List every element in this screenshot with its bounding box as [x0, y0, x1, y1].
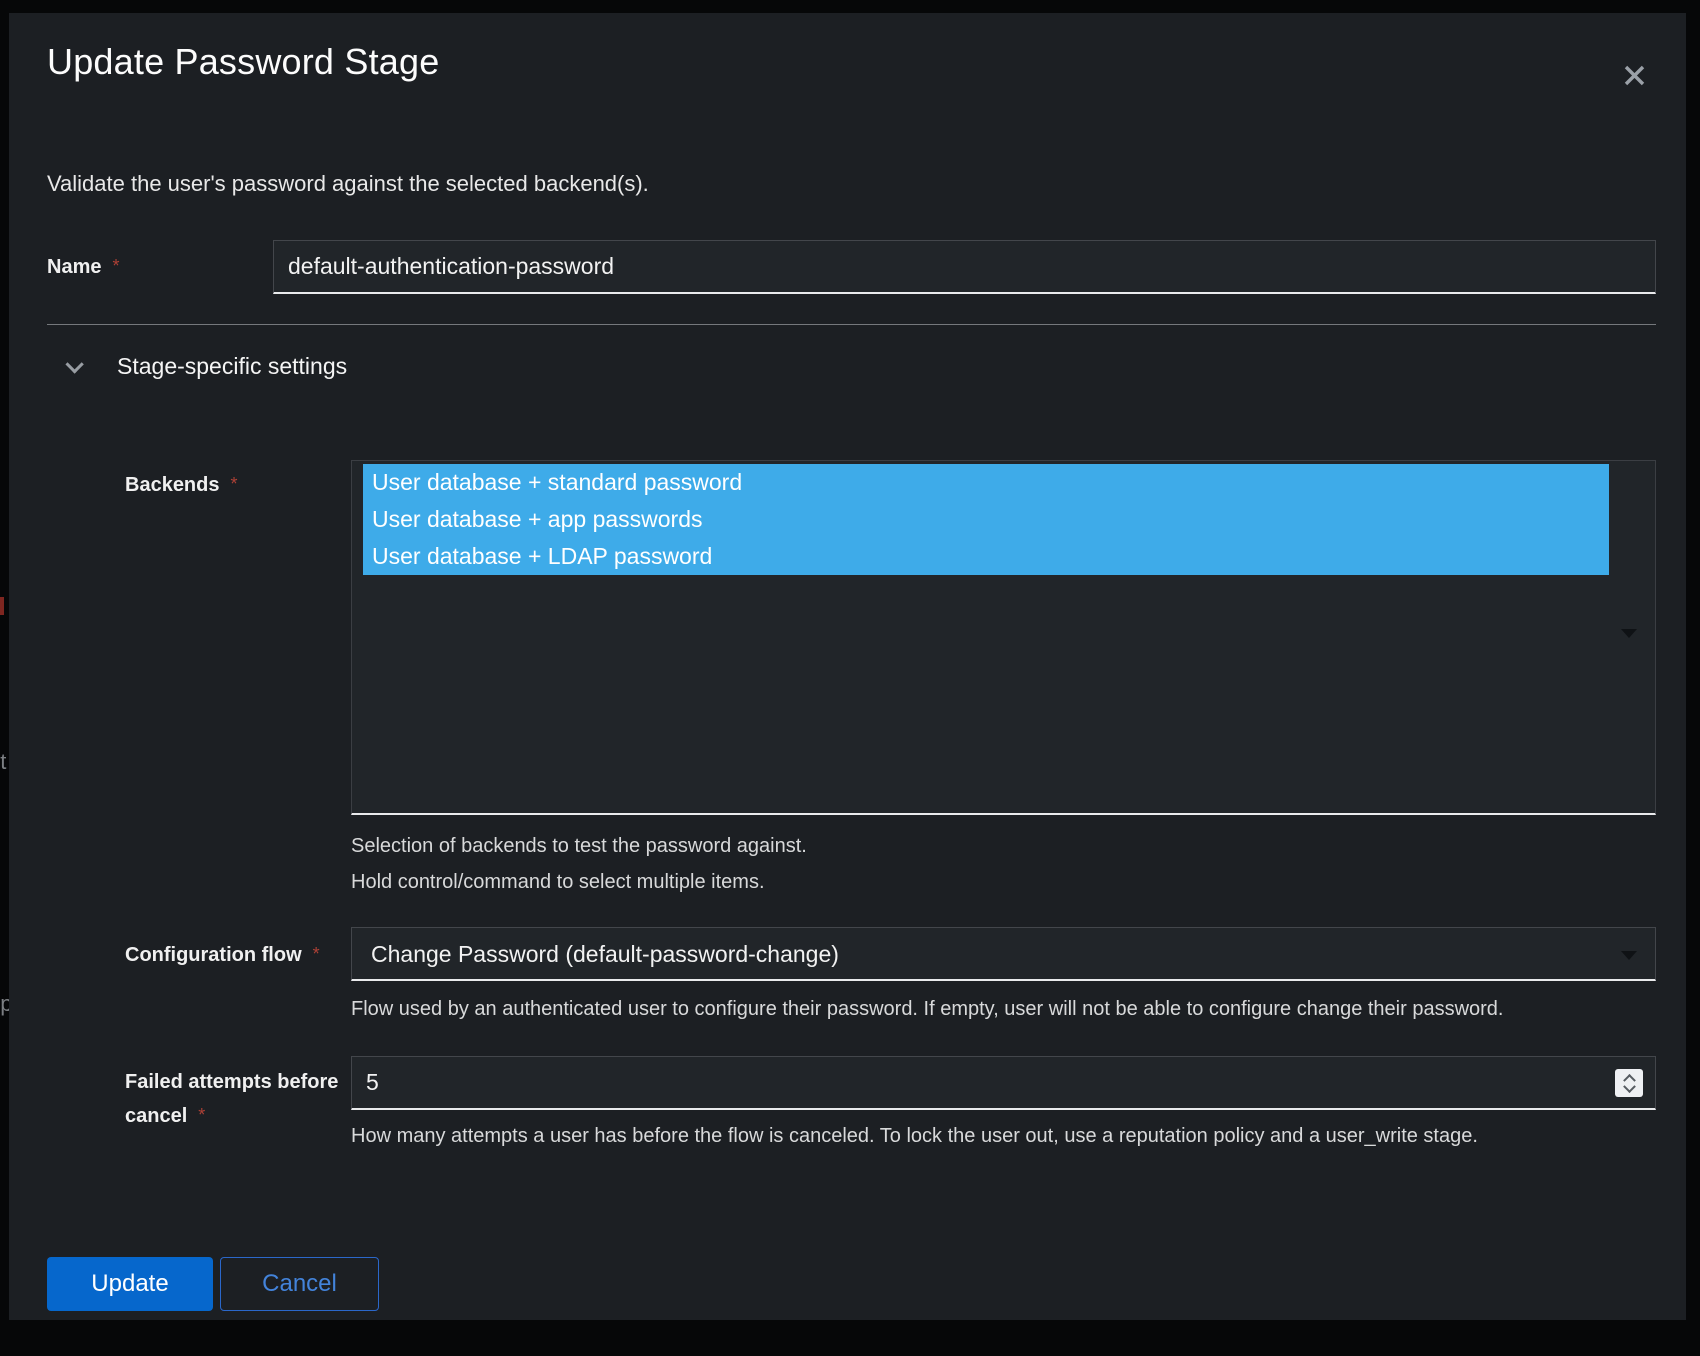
- bg-red-fragment: [0, 597, 4, 615]
- select-caret-icon: [1621, 629, 1637, 638]
- backends-helper-1: Selection of backends to test the passwo…: [351, 835, 807, 858]
- section-divider: [47, 324, 1656, 325]
- configuration-flow-label-text: Configuration flow: [125, 944, 302, 966]
- backends-label: Backends *: [125, 471, 238, 499]
- failed-attempts-label-line1: Failed attempts before: [125, 1065, 345, 1099]
- failed-attempts-input[interactable]: [351, 1056, 1656, 1110]
- close-button[interactable]: [1614, 55, 1654, 95]
- backend-option[interactable]: User database + standard password: [363, 464, 1609, 501]
- configuration-flow-helper: Flow used by an authenticated user to co…: [351, 998, 1504, 1021]
- name-label: Name *: [47, 253, 120, 281]
- modal-description: Validate the user's password against the…: [47, 171, 649, 197]
- failed-attempts-label-line2: cancel: [125, 1105, 187, 1127]
- select-caret-icon: [1621, 951, 1637, 960]
- update-button[interactable]: Update: [47, 1257, 213, 1311]
- number-spinner[interactable]: [1615, 1069, 1643, 1097]
- chevron-down-icon: [65, 355, 83, 373]
- close-icon: [1621, 62, 1648, 89]
- configuration-flow-value: Change Password (default-password-change…: [371, 928, 839, 980]
- required-asterisk: *: [313, 944, 320, 964]
- configuration-flow-label: Configuration flow *: [125, 941, 320, 969]
- stage-specific-settings-title: Stage-specific settings: [117, 353, 347, 380]
- backends-multiselect[interactable]: User database + standard password User d…: [351, 460, 1656, 815]
- required-asterisk: *: [112, 256, 119, 276]
- cancel-button[interactable]: Cancel: [220, 1257, 379, 1311]
- backends-helper-2: Hold control/command to select multiple …: [351, 871, 765, 894]
- failed-attempts-label: Failed attempts before cancel *: [125, 1065, 345, 1133]
- failed-attempts-field: [351, 1056, 1656, 1110]
- backend-option[interactable]: User database + app passwords: [363, 501, 1609, 538]
- name-input[interactable]: [273, 240, 1656, 294]
- modal-title: Update Password Stage: [47, 41, 439, 83]
- required-asterisk: *: [198, 1105, 205, 1125]
- backend-option[interactable]: User database + LDAP password: [363, 538, 1609, 575]
- configuration-flow-select[interactable]: Change Password (default-password-change…: [351, 927, 1656, 981]
- failed-attempts-helper: How many attempts a user has before the …: [351, 1125, 1478, 1148]
- update-password-stage-modal: Update Password Stage Validate the user'…: [9, 13, 1686, 1320]
- name-label-text: Name: [47, 256, 101, 278]
- required-asterisk: *: [231, 474, 238, 494]
- backends-label-text: Backends: [125, 474, 220, 496]
- stage-specific-settings-toggle[interactable]: Stage-specific settings: [59, 353, 347, 380]
